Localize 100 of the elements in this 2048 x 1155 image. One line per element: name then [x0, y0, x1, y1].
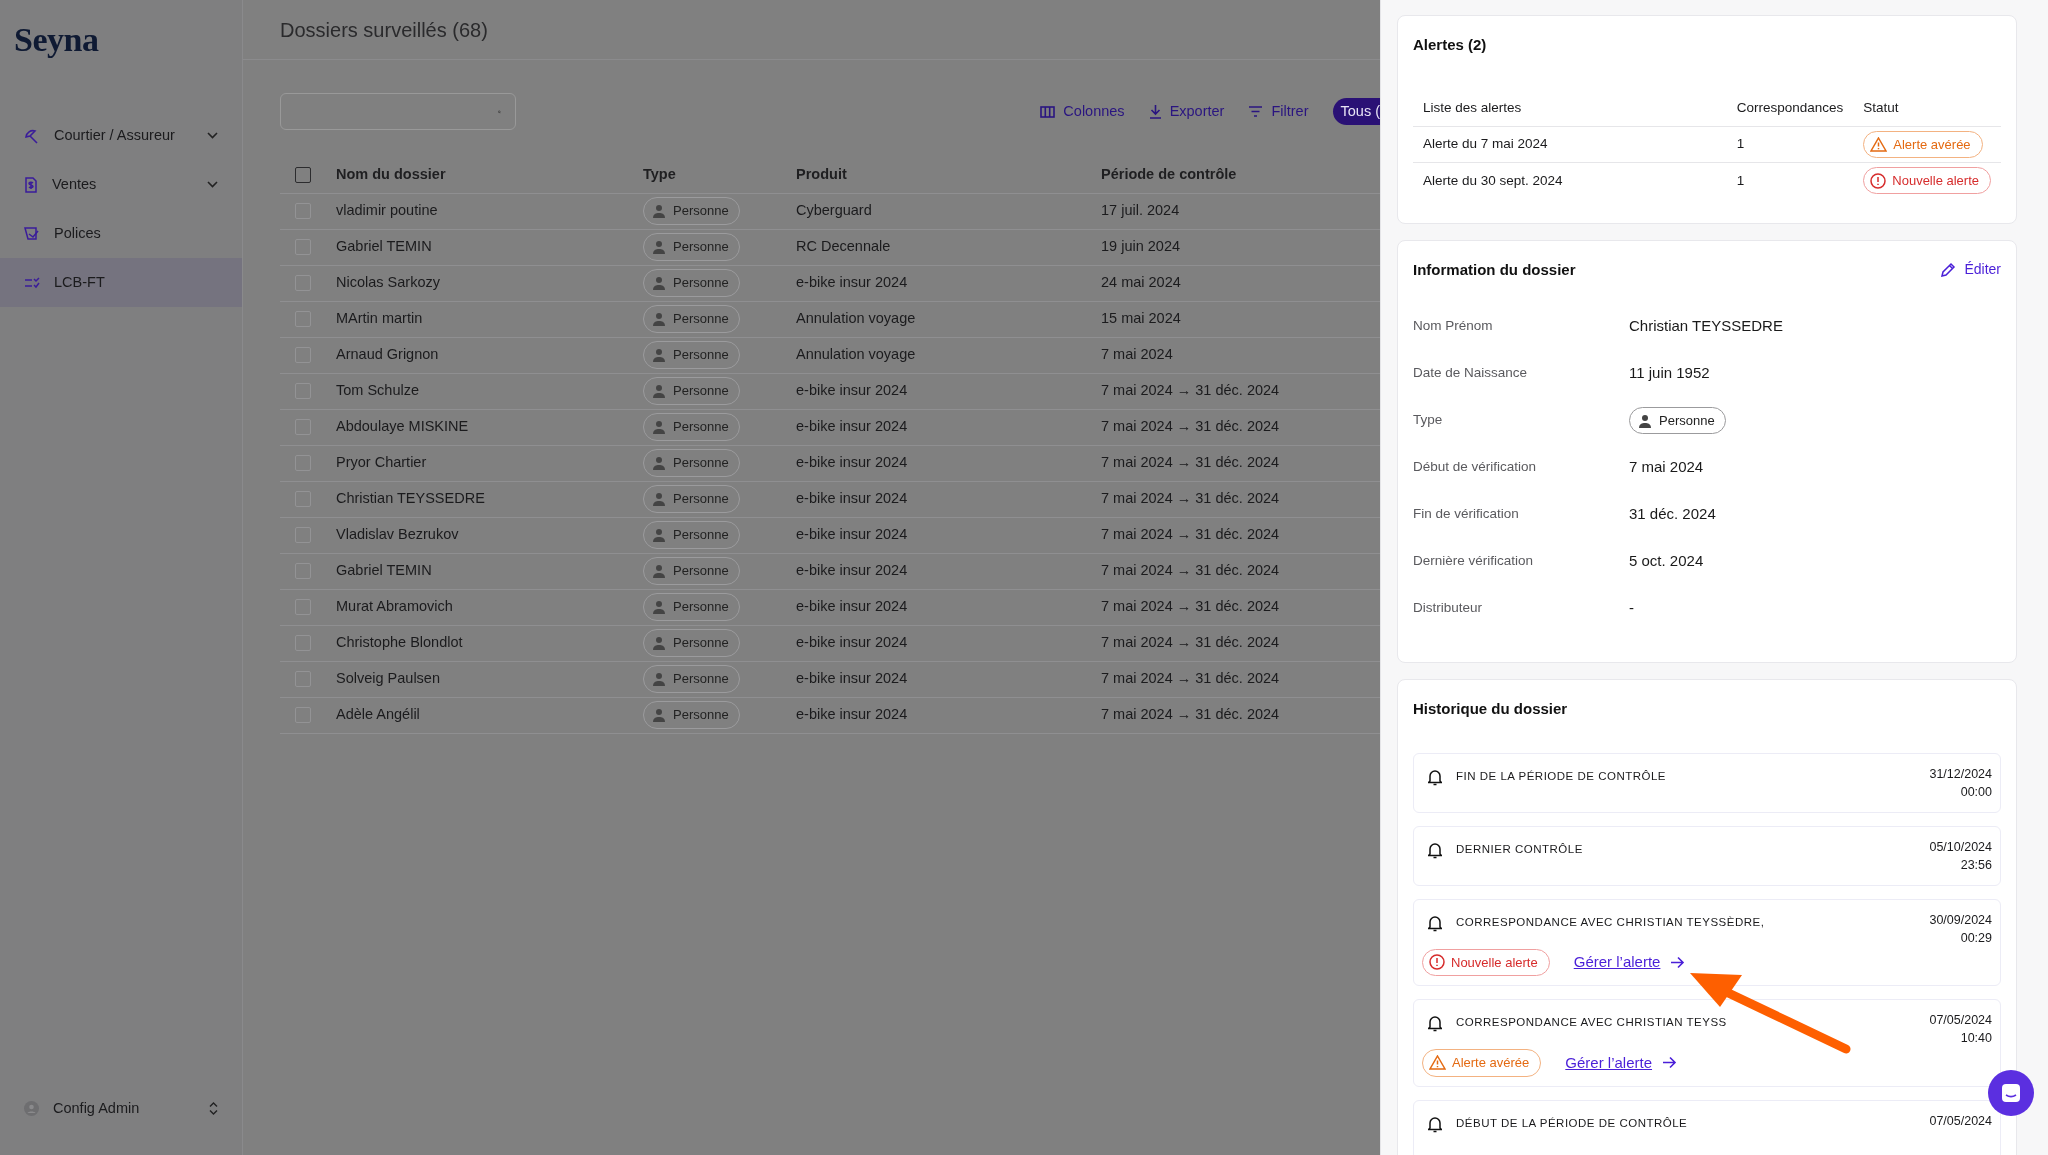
field-value: Christian TEYSSEDRE	[1629, 316, 1783, 337]
history-title: CORRESPONDANCE AVEC CHRISTIAN TEYSSÈDRE,	[1456, 914, 1765, 930]
manage-alert-link[interactable]: Gérer l’alerte	[1565, 1051, 1653, 1074]
table-cell: Solveig Paulsen	[336, 661, 643, 697]
exclamation-circle-icon	[1870, 172, 1887, 189]
person-icon	[652, 204, 666, 218]
history-time: 10:40	[1959, 1030, 1992, 1047]
table-cell: RC Decennale	[796, 229, 1101, 265]
arrow-right-icon[interactable]	[1662, 1056, 1678, 1070]
table-cell: Alerte du 30 sept. 2024	[1413, 162, 1727, 199]
table-cell: Cyberguard	[796, 193, 1101, 229]
history-time: 00:29	[1959, 929, 1992, 947]
checklist-icon	[24, 276, 40, 289]
exclamation-circle-icon	[1429, 954, 1445, 971]
table-cell: Murat Abramovich	[336, 589, 643, 625]
umbrella-icon	[24, 127, 40, 144]
sidebar-item[interactable]: Courtier / Assureur	[0, 111, 242, 160]
person-icon	[652, 456, 666, 470]
field-value: 31 déc. 2024	[1629, 504, 1716, 525]
table-cell: e-bike insur 2024	[796, 697, 1101, 733]
table-cell: e-bike insur 2024	[796, 517, 1101, 553]
history-date: 30/09/2024	[1929, 911, 1992, 929]
table-cell: e-bike insur 2024	[796, 625, 1101, 661]
type-label: Personne	[673, 634, 729, 653]
status-label: Nouvelle alerte	[1892, 171, 1979, 190]
type-label: Personne	[673, 418, 729, 437]
column-header: Statut	[1853, 90, 2001, 127]
manage-alert-link[interactable]: Gérer l’alerte	[1573, 951, 1661, 974]
person-icon	[652, 564, 666, 578]
table-cell: Christian TEYSSEDRE	[336, 481, 643, 517]
table-cell: Annulation voyage	[796, 337, 1101, 373]
chevron-down-icon	[207, 132, 218, 139]
table-cell: Gabriel TEMIN	[336, 229, 643, 265]
table-cell: e-bike insur 2024	[796, 661, 1101, 697]
sidebar-item[interactable]: LCB-FT	[0, 258, 242, 307]
person-icon	[652, 672, 666, 686]
status-label: Alerte avérée	[1452, 1054, 1530, 1072]
type-label: Personne	[673, 238, 729, 257]
card-title: Information du dossier	[1413, 259, 1576, 280]
bell-icon	[1428, 768, 1442, 786]
table-cell: e-bike insur 2024	[796, 589, 1101, 625]
person-icon	[652, 312, 666, 326]
field-label: Type	[1413, 411, 1443, 430]
filter-button[interactable]: Filtrer	[1248, 100, 1309, 123]
field-label: Début de vérification	[1413, 458, 1537, 477]
edit-button[interactable]: Éditer	[1941, 259, 2001, 281]
history-title: CORRESPONDANCE AVEC CHRISTIAN TEYSS	[1456, 1015, 1727, 1030]
type-label: Personne	[673, 706, 729, 725]
sidebar-item[interactable]: Polices	[0, 209, 242, 258]
avatar-icon	[24, 1101, 39, 1116]
table-cell: e-bike insur 2024	[796, 265, 1101, 301]
history-time: 00:00	[1959, 783, 1992, 801]
field-label: Distributeur	[1413, 599, 1483, 618]
status-label: Nouvelle alerte	[1451, 953, 1538, 972]
history-title: FIN DE LA PÉRIODE DE CONTRÔLE	[1456, 768, 1667, 784]
table-cell: e-bike insur 2024	[796, 481, 1101, 517]
table-cell: Annulation voyage	[796, 301, 1101, 337]
columns-icon	[1040, 105, 1056, 118]
filter-chip[interactable]: Tous (	[1332, 97, 1380, 126]
download-icon	[1148, 104, 1162, 119]
chevron-updown-icon	[209, 1102, 218, 1115]
person-icon	[652, 240, 666, 254]
type-label: Personne	[673, 454, 729, 473]
history-title: DERNIER CONTRÔLE	[1456, 841, 1583, 857]
table-cell: Tom Schulze	[336, 373, 643, 409]
bell-icon	[1428, 914, 1442, 932]
table-cell: 1	[1726, 162, 1854, 199]
checkbox[interactable]	[295, 166, 311, 183]
columns-button[interactable]: Colonnes	[1040, 100, 1125, 123]
history-date: 31/12/2024	[1929, 765, 1992, 783]
arrow-right-icon[interactable]	[1670, 955, 1686, 969]
person-icon	[652, 420, 666, 434]
person-icon	[652, 528, 666, 542]
person-icon	[652, 276, 666, 290]
person-icon	[652, 636, 666, 650]
column-header: Type	[643, 157, 796, 193]
sidebar-item[interactable]: Ventes	[0, 160, 242, 209]
history-title: DÉBUT DE LA PÉRIODE DE CONTRÔLE	[1456, 1115, 1688, 1131]
person-icon	[652, 348, 666, 362]
table-cell: Arnaud Grignon	[336, 337, 643, 373]
type-label: Personne	[673, 490, 729, 509]
pencil-icon	[1941, 262, 1957, 278]
card-title: Alertes (2)	[1413, 35, 1488, 55]
table-cell: e-bike insur 2024	[796, 409, 1101, 445]
table-cell: Nicolas Sarkozy	[336, 265, 643, 301]
search-field[interactable]	[280, 93, 516, 130]
export-button[interactable]: Exporter	[1148, 100, 1225, 123]
table-cell: e-bike insur 2024	[796, 373, 1101, 409]
field-label: Dernière vérification	[1413, 552, 1534, 571]
page-title: Dossiers surveillés (68)	[280, 17, 488, 42]
user-menu[interactable]: Config Admin	[0, 1084, 242, 1133]
warning-icon	[1870, 137, 1888, 152]
filter-icon	[1248, 106, 1264, 117]
field-value: 5 oct. 2024	[1629, 551, 1704, 572]
bell-icon	[1428, 1115, 1442, 1133]
person-icon	[652, 708, 666, 722]
column-header: Liste des alertes	[1413, 90, 1727, 127]
column-header: Correspondances	[1726, 90, 1854, 127]
field-value: 11 juin 1952	[1629, 363, 1710, 384]
document-icon	[24, 176, 38, 193]
